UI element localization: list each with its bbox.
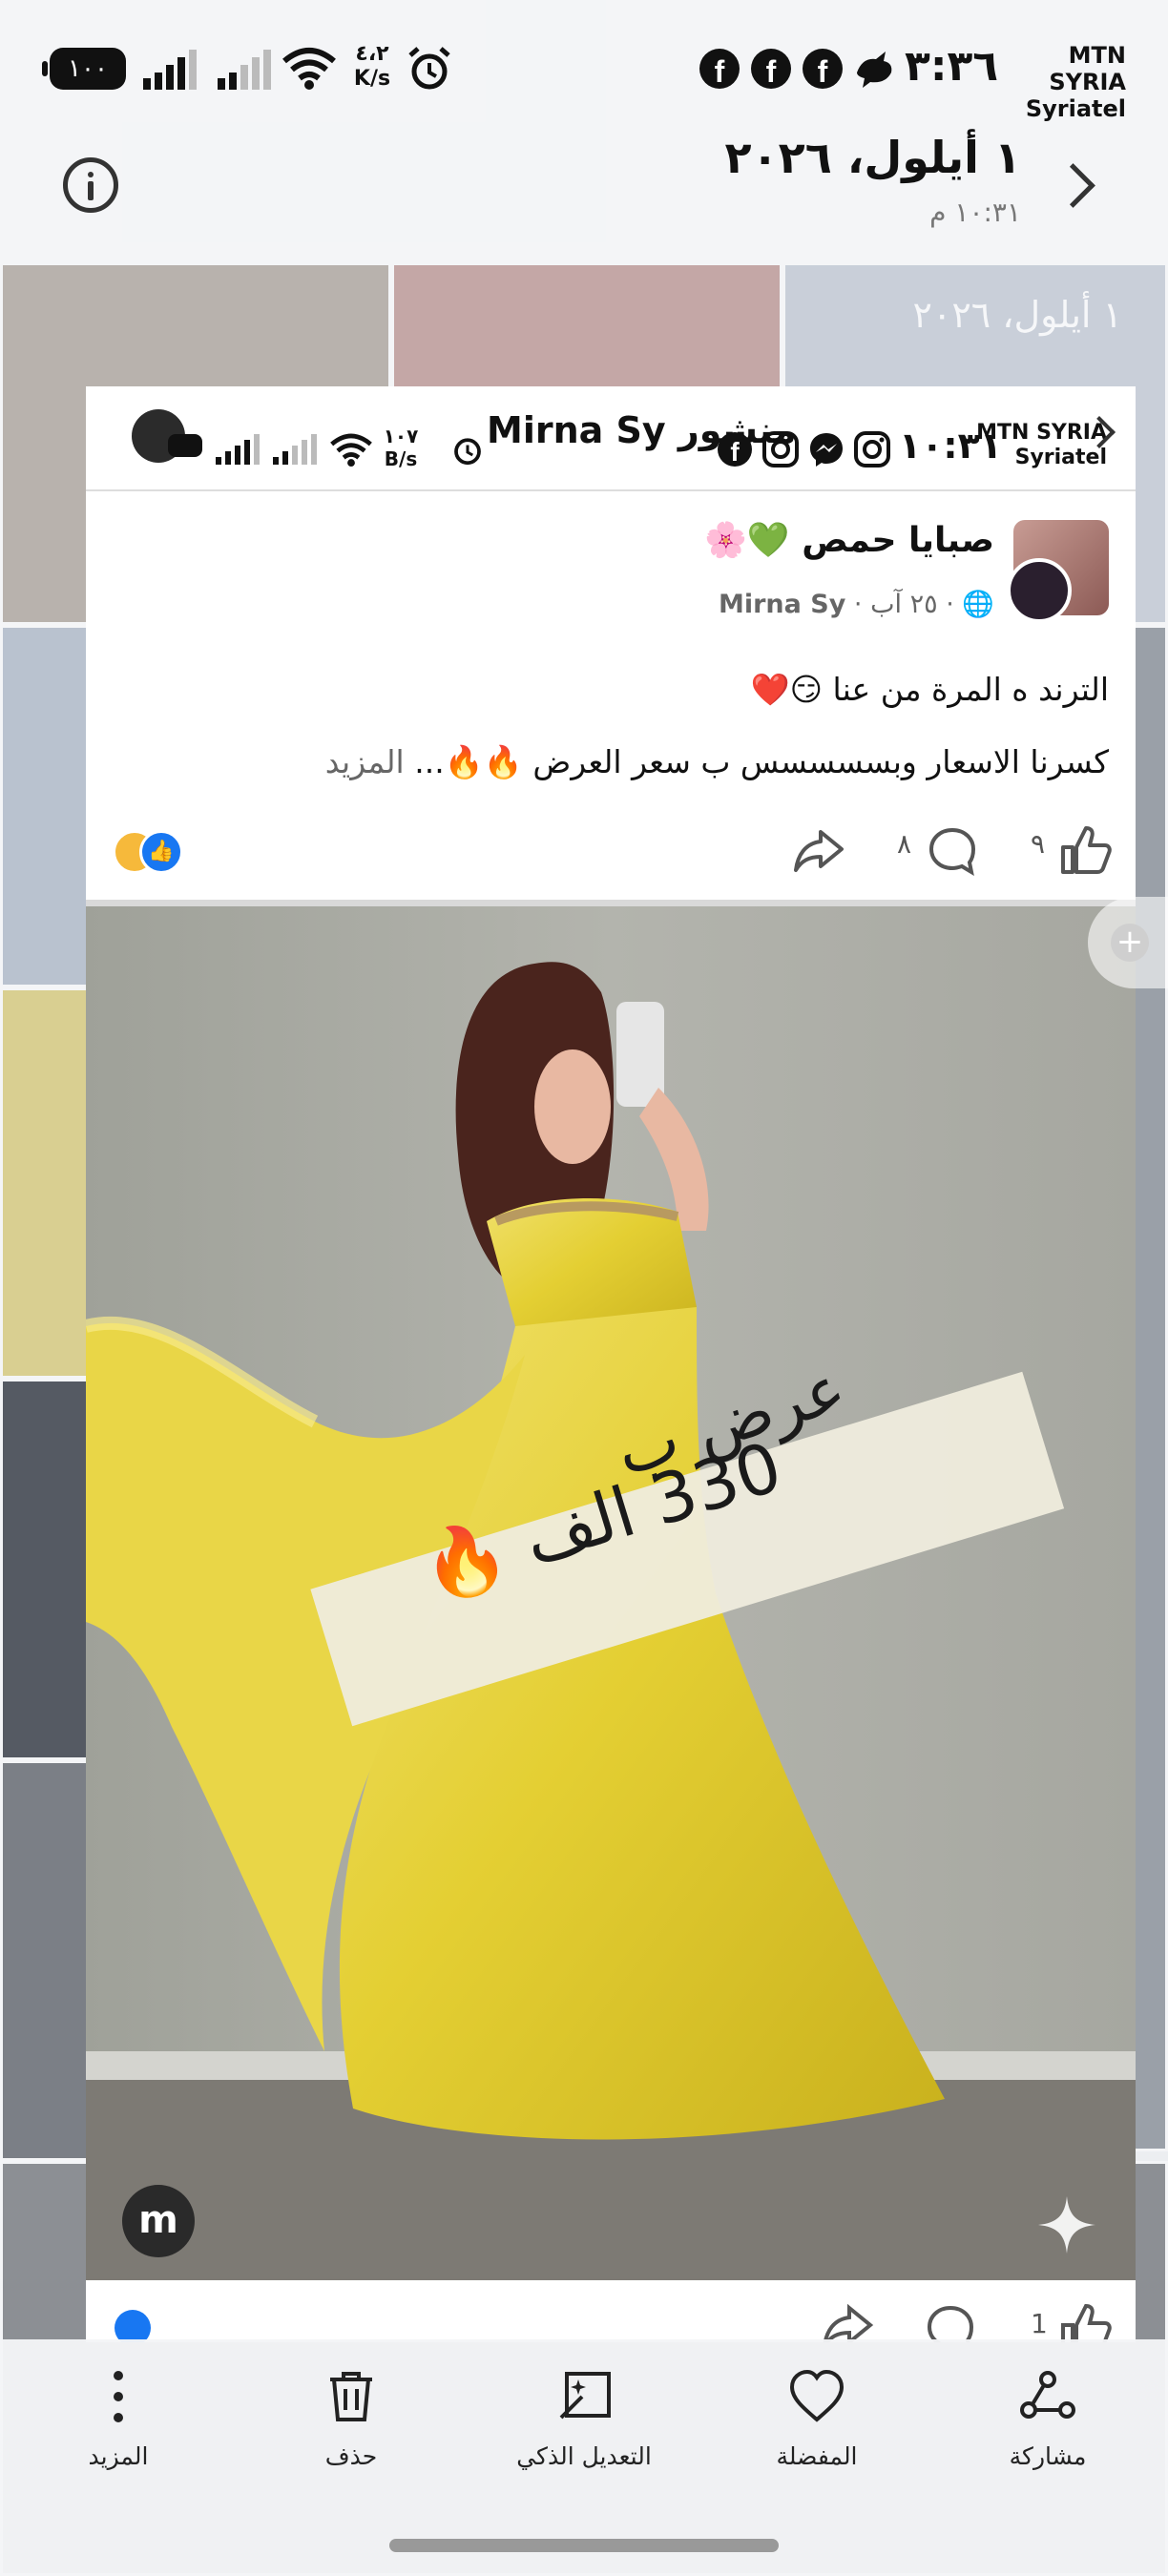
more-label: المزيد: [88, 2442, 149, 2470]
header-time: ١٠:٣١ م: [929, 197, 1021, 228]
dress-photo: [86, 906, 1136, 2280]
carrier-name-2: Syriatel: [1025, 95, 1126, 122]
comment-icon[interactable]: [926, 2304, 975, 2342]
messenger-icon: [810, 433, 843, 467]
header-date: ١ أيلول، ٢٠٢٦: [724, 132, 1021, 183]
svg-text:f: f: [730, 437, 740, 467]
like-reaction-icon: 👍: [139, 830, 183, 874]
net-speed-unit: B/s: [384, 447, 418, 470]
screenshot-preview[interactable]: ١٠٧ B/s منشور Mirna Sy f ١٠:٣١ MTN SYRIA…: [86, 386, 1136, 2342]
status-time: ٣:٣٦: [905, 42, 999, 91]
post-author[interactable]: Mirna Sy: [719, 590, 845, 619]
screenshot-status-bar: ١٠٧ B/s منشور Mirna Sy f ١٠:٣١ MTN SYRIA…: [86, 386, 1136, 491]
smart-edit-icon: [559, 2372, 611, 2420]
net-speed-value: ١٠٧: [383, 425, 419, 447]
share-icon[interactable]: [792, 828, 845, 874]
avatar: [1007, 558, 1072, 623]
facebook-icon: f: [803, 49, 843, 89]
wifi-icon: [282, 48, 336, 90]
signal-icon: [143, 50, 197, 90]
instagram-icon: [762, 431, 799, 467]
net-speed-unit: K/s: [353, 67, 391, 91]
net-speed-value: ٤،٢: [355, 42, 389, 66]
info-icon[interactable]: [63, 157, 118, 213]
battery-indicator: [168, 434, 202, 457]
heart-icon: [789, 2369, 845, 2422]
post-image[interactable]: عرض ب 330 الف 🔥 m: [86, 906, 1136, 2280]
svg-text:f: f: [766, 54, 777, 89]
signal-icon: [273, 434, 317, 465]
facebook-icon: f: [699, 49, 740, 89]
more-button[interactable]: المزيد: [23, 2366, 214, 2470]
svg-text:f: f: [818, 54, 828, 89]
facebook-icon: f: [751, 49, 791, 89]
like-count: 1: [1031, 2308, 1048, 2339]
post-text-content: كسرنا الاسعار وبسسسسس ب سعر العرض 🔥🔥...: [414, 743, 1109, 780]
top-bar: ١٠٠ ٤،٢ K/s f f f ٣:٣٦ MTN SYRIA Syriate…: [0, 0, 1168, 262]
delete-label: حذف: [324, 2442, 378, 2470]
home-indicator[interactable]: [389, 2539, 779, 2552]
favorite-label: المفضلة: [776, 2442, 858, 2470]
like-icon[interactable]: [1059, 2302, 1113, 2342]
share-icon: [1020, 2371, 1075, 2419]
signal-icon: [218, 50, 271, 90]
see-more-link[interactable]: المزيد: [325, 743, 405, 780]
delete-button[interactable]: حذف: [256, 2366, 447, 2470]
alarm-icon: [408, 47, 450, 90]
share-button[interactable]: مشاركة: [952, 2366, 1143, 2470]
gallery-date-label: ١ أيلول، ٢٠٢٦: [912, 294, 1122, 336]
wifi-icon: [330, 433, 372, 467]
trash-icon: [330, 2372, 372, 2421]
battery-indicator: ١٠٠: [42, 48, 126, 90]
sparkle-icon[interactable]: [1036, 2194, 1097, 2255]
post-text-line-2: كسرنا الاسعار وبسسسسس ب سعر العرض 🔥🔥... …: [325, 743, 1109, 781]
facebook-icon: f: [718, 432, 752, 467]
alarm-icon: [454, 438, 481, 466]
comment-count: ٨: [897, 828, 912, 860]
chevron-right-icon[interactable]: [1051, 163, 1095, 208]
share-label: مشاركة: [1009, 2442, 1087, 2470]
post-text-line-1: الترند ه المرة من عنا 😏❤️: [750, 671, 1109, 708]
svg-text:f: f: [715, 54, 725, 89]
globe-icon: 🌐: [962, 590, 994, 619]
next-post-actions: 1: [86, 2287, 1136, 2342]
carrier-name-2: Syriatel: [1014, 446, 1107, 469]
like-count: ٩: [1031, 828, 1046, 860]
post-actions: 👍 ٨ ٩: [86, 821, 1136, 878]
signal-icon: [216, 434, 260, 465]
bird-icon: [857, 52, 892, 88]
page-name[interactable]: صبايا حمص 💚🌸: [704, 520, 994, 560]
like-reaction-icon: [115, 2310, 151, 2342]
like-icon[interactable]: [1059, 824, 1113, 876]
favorite-button[interactable]: المفضلة: [721, 2366, 912, 2470]
image-watermark: m: [122, 2185, 195, 2257]
share-icon[interactable]: [821, 2304, 874, 2342]
smart-edit-label: التعديل الذكي: [516, 2442, 652, 2470]
smart-edit-button[interactable]: التعديل الذكي: [489, 2366, 679, 2470]
plus-icon: +: [1111, 924, 1149, 962]
carrier-name-1: MTN SYRIA: [1049, 42, 1126, 95]
comment-icon[interactable]: [928, 826, 977, 876]
divider: [86, 900, 1136, 906]
post-date: ٢٥ آب: [870, 590, 938, 619]
instagram-icon: [854, 431, 890, 467]
more-vertical-icon: [114, 2371, 123, 2422]
